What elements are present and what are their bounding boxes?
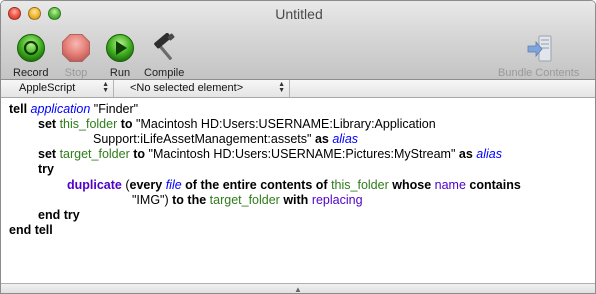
- keyword: of the: [185, 178, 220, 192]
- stop-button[interactable]: Stop: [61, 33, 91, 79]
- script-line: end try: [38, 208, 80, 222]
- bundle-contents-icon: [527, 35, 552, 62]
- popup-arrows-icon: ▲ ▼: [278, 81, 285, 94]
- keyword: with: [283, 193, 309, 207]
- variable: target_folder: [59, 147, 130, 161]
- script-editor-window: Untitled Record Stop Run Compile Bundle …: [0, 0, 596, 294]
- navigation-bar: AppleScript ▲ ▼ <No selected element> ▲ ▼: [1, 80, 595, 98]
- string-literal: "Macintosh HD:Users:USERNAME:Library:App…: [136, 117, 436, 131]
- compile-button[interactable]: Compile: [144, 33, 184, 79]
- stop-icon: [62, 34, 90, 62]
- element-popup[interactable]: <No selected element> ▲ ▼: [114, 80, 290, 97]
- property-name: name: [434, 178, 466, 192]
- keyword: to: [120, 117, 133, 131]
- bundle-contents-label: Bundle Contents: [498, 67, 580, 79]
- keyword: to the: [172, 193, 207, 207]
- language-popup[interactable]: AppleScript ▲ ▼: [1, 80, 114, 97]
- string-literal: "IMG"): [132, 193, 169, 207]
- command: duplicate: [67, 178, 122, 192]
- keyword: contains: [469, 178, 521, 192]
- hammer-icon: [154, 33, 175, 60]
- script-line: set this_folder to "Macintosh HD:Users:U…: [38, 117, 436, 131]
- class-name: alias: [332, 132, 359, 146]
- variable: this_folder: [331, 178, 389, 192]
- keyword: whose: [392, 178, 432, 192]
- keyword: set: [38, 117, 57, 131]
- script-editor-text[interactable]: tell application "Finder" set this_folde…: [1, 98, 595, 283]
- keyword: end tell: [9, 223, 53, 237]
- window-title: Untitled: [275, 6, 323, 22]
- split-view-divider[interactable]: ▲: [1, 283, 595, 294]
- keyword: entire contents: [222, 178, 313, 192]
- variable: this_folder: [59, 117, 118, 131]
- keyword: try: [38, 162, 54, 176]
- bundle-contents-button[interactable]: Bundle Contents: [498, 33, 579, 79]
- script-line: end tell: [9, 223, 53, 237]
- string-literal: "Macintosh HD:Users:USERNAME:Pictures:My…: [148, 147, 456, 161]
- property-name: replacing: [311, 193, 363, 207]
- keyword: as: [458, 147, 473, 161]
- keyword: end try: [38, 208, 80, 222]
- script-line: duplicate (every file of the entire cont…: [67, 178, 521, 192]
- script-line: tell application "Finder": [9, 102, 138, 116]
- record-button[interactable]: Record: [13, 33, 48, 79]
- record-label: Record: [13, 67, 49, 79]
- run-label: Run: [109, 67, 131, 79]
- title-bar: Untitled Record Stop Run Compile Bundle …: [1, 1, 595, 80]
- element-value: <No selected element>: [130, 82, 244, 94]
- keyword: every: [129, 178, 163, 192]
- string-literal: Support:iLifeAssetManagement:assets": [93, 132, 312, 146]
- script-line: "IMG") to the target_folder with replaci…: [132, 193, 363, 207]
- keyword: set: [38, 147, 57, 161]
- script-line: try: [38, 162, 54, 176]
- run-icon: [106, 34, 134, 62]
- resize-grip-icon: ▲: [294, 285, 302, 294]
- keyword: as: [314, 132, 329, 146]
- keyword: to: [133, 147, 146, 161]
- compile-label: Compile: [144, 67, 185, 79]
- popup-arrows-icon: ▲ ▼: [102, 81, 109, 94]
- run-button[interactable]: Run: [105, 33, 135, 79]
- keyword: of: [315, 178, 328, 192]
- record-icon: [16, 34, 45, 62]
- script-line: set target_folder to "Macintosh HD:Users…: [38, 147, 502, 161]
- script-line: Support:iLifeAssetManagement:assets" as …: [93, 132, 358, 146]
- language-value: AppleScript: [19, 82, 76, 94]
- keyword: tell: [9, 102, 28, 116]
- stop-label: Stop: [64, 67, 88, 79]
- class-name: file: [165, 178, 182, 192]
- class-name: alias: [476, 147, 502, 161]
- variable: target_folder: [209, 193, 280, 207]
- string-literal: "Finder": [93, 102, 139, 116]
- class-name: application: [30, 102, 91, 116]
